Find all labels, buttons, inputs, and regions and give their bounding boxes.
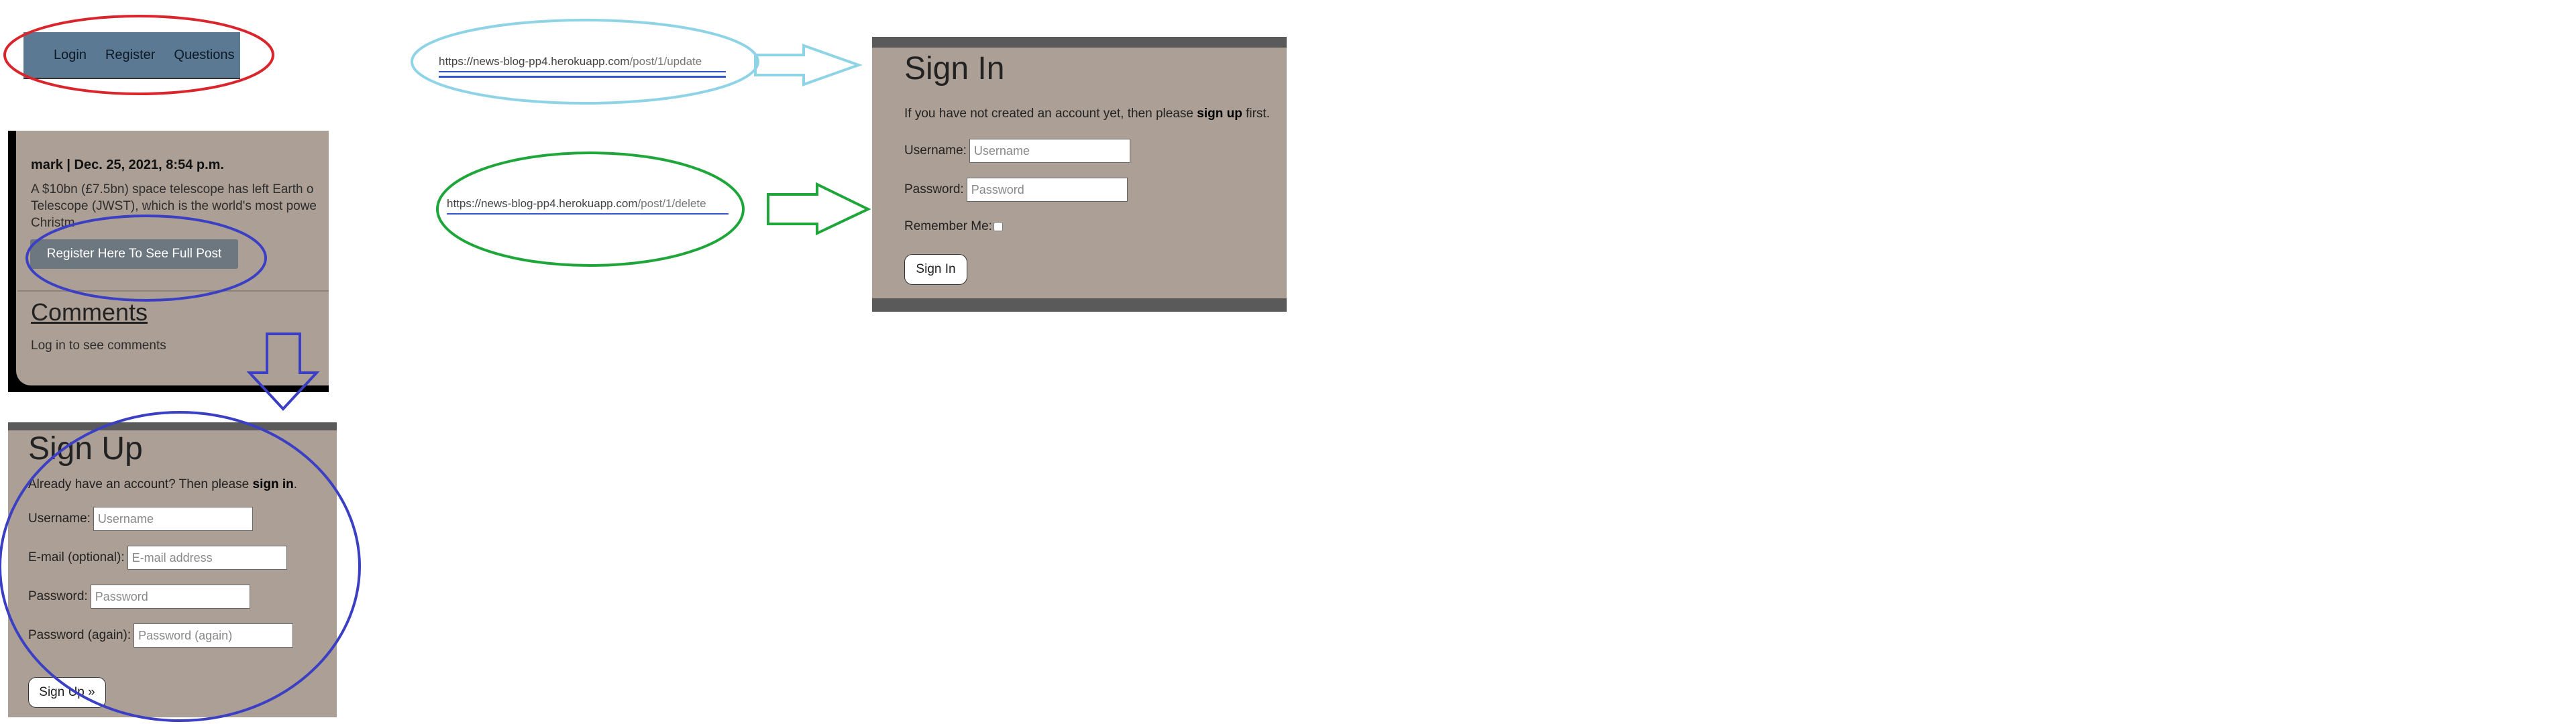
password-label: Password: xyxy=(28,589,88,603)
signin-note: If you have not created an account yet, … xyxy=(904,107,1270,121)
nav-bar: Login Register Questions xyxy=(23,32,240,79)
nav-login-link[interactable]: Login xyxy=(54,48,87,63)
signup-panel: Sign Up Already have an account? Then pl… xyxy=(8,422,337,717)
post-excerpt-line: Telescope (JWST), which is the world's m… xyxy=(31,199,317,213)
url-path: /post/1/delete xyxy=(637,197,706,210)
comments-heading: Comments xyxy=(31,298,148,326)
signin-submit-button[interactable]: Sign In xyxy=(904,254,967,285)
signup-email-row: E-mail (optional): xyxy=(28,546,287,570)
username-label: Username: xyxy=(28,511,91,526)
signin-password-row: Password: xyxy=(904,178,1128,202)
divider xyxy=(17,290,329,292)
password-again-label: Password (again): xyxy=(28,628,131,642)
comments-login-note: Log in to see comments xyxy=(31,339,166,353)
signin-password-input[interactable] xyxy=(966,178,1128,202)
url-bar-delete[interactable]: https://news-blog-pp4.herokuapp.com/post… xyxy=(447,194,729,215)
password-label: Password: xyxy=(904,182,964,196)
signin-note-text: If you have not created an account yet, … xyxy=(904,107,1197,121)
post-meta: mark | Dec. 25, 2021, 8:54 p.m. xyxy=(31,158,224,172)
right-arrow-lightblue xyxy=(754,44,863,86)
nav-register-link[interactable]: Register xyxy=(105,48,155,63)
url-path: /post/1/update xyxy=(629,55,702,68)
annotation-overlay xyxy=(0,15,871,722)
remember-me-checkbox[interactable] xyxy=(993,222,1003,231)
signin-username-row: Username: xyxy=(904,139,1130,163)
nav-questions-link[interactable]: Questions xyxy=(174,48,234,63)
signup-submit-button[interactable]: Sign Up » xyxy=(28,677,106,708)
email-label: E-mail (optional): xyxy=(28,550,125,564)
signin-link[interactable]: sign in xyxy=(253,477,294,491)
url-host: https://news-blog-pp4.herokuapp.com xyxy=(447,197,638,210)
signup-password2-row: Password (again): xyxy=(28,623,294,648)
signup-title: Sign Up xyxy=(28,431,143,467)
signin-panel: Sign In If you have not created an accou… xyxy=(872,37,1287,312)
register-full-post-button[interactable]: Register Here To See Full Post xyxy=(30,239,238,269)
signup-email-input[interactable] xyxy=(127,546,287,570)
url-bar-update[interactable]: https://news-blog-pp4.herokuapp.com/post… xyxy=(439,52,726,78)
post-excerpt-line: A $10bn (£7.5bn) space telescope has lef… xyxy=(31,182,314,196)
signin-remember-row: Remember Me: xyxy=(904,219,1003,234)
username-label: Username: xyxy=(904,143,967,158)
signup-username-input[interactable] xyxy=(93,507,253,531)
post-preview-panel: mark | Dec. 25, 2021, 8:54 p.m. A $10bn … xyxy=(8,131,329,392)
signup-note: Already have an account? Then please sig… xyxy=(28,477,297,492)
signup-note-suffix: . xyxy=(293,477,298,491)
signup-password-row: Password: xyxy=(28,585,250,609)
signup-link[interactable]: sign up xyxy=(1197,107,1242,121)
signup-password-input[interactable] xyxy=(90,585,250,609)
post-excerpt: A $10bn (£7.5bn) space telescope has lef… xyxy=(31,181,329,231)
signup-note-text: Already have an account? Then please xyxy=(28,477,253,491)
url-host: https://news-blog-pp4.herokuapp.com xyxy=(439,55,630,68)
post-excerpt-line: Christm xyxy=(31,216,75,230)
signup-username-row: Username: xyxy=(28,507,253,531)
signin-note-suffix: first. xyxy=(1242,107,1270,121)
signin-username-input[interactable] xyxy=(969,139,1130,163)
signin-title: Sign In xyxy=(904,51,1005,86)
remember-me-label: Remember Me: xyxy=(904,219,992,233)
right-arrow-green xyxy=(767,182,871,236)
signup-password2-input[interactable] xyxy=(133,623,294,648)
